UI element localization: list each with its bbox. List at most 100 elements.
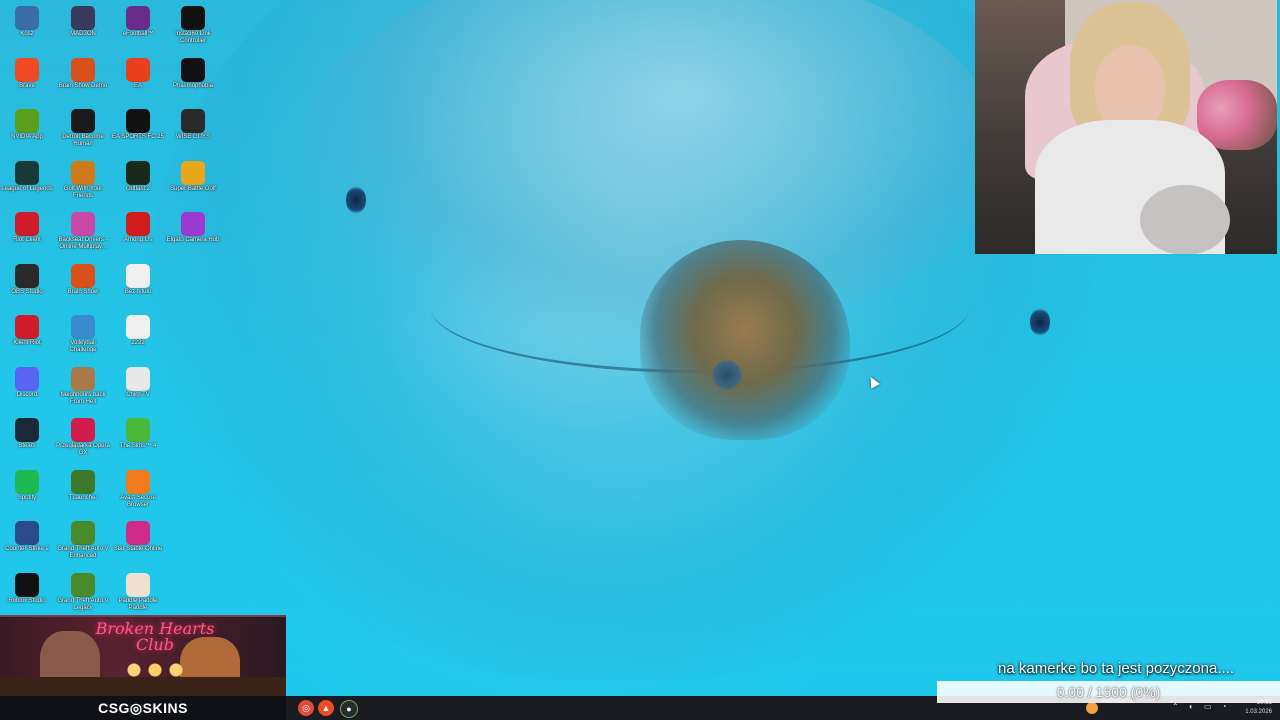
taskbar-app-1-icon[interactable]: ◎ xyxy=(298,700,314,716)
desktop-icon-elgato[interactable]: Elgato Camera Hub xyxy=(166,210,220,262)
sponsor-banner[interactable]: CSG◎SKINS xyxy=(0,696,286,720)
desktop-icon-label: Kosz xyxy=(20,31,34,37)
stream-message: na kamerke bo ta jest pozyczona.... xyxy=(998,660,1234,677)
desktop-icon-nvidia[interactable]: NVIDIA App xyxy=(0,107,54,159)
ad-banner[interactable]: Broken Hearts Club xyxy=(0,615,286,698)
desktop-icon-game[interactable]: MAD3ON xyxy=(56,4,110,56)
desktop-icon-neighbours[interactable]: Neighbours back From Hell xyxy=(56,365,110,417)
desktop-icon-fc[interactable]: EA SPORTS FC 25 xyxy=(111,107,165,159)
desktop-icon-label: Klient Riot xyxy=(13,340,41,346)
desktop-icon-label: Brain Show Demo xyxy=(58,83,108,89)
desktop-icon-star-stable[interactable]: Star Stable Online xyxy=(111,519,165,571)
desktop-icon-spotify[interactable]: Spotify xyxy=(0,468,54,520)
desktop-icon-brain-show[interactable]: Brain Show xyxy=(56,262,110,314)
desktop-icon-lol[interactable]: League of Legends xyxy=(0,159,54,211)
desktop-icon-riot[interactable]: Klient Riot xyxy=(0,313,54,365)
desktop-icon-battle-golf[interactable]: Super Battle Golf xyxy=(166,159,220,211)
desktop-icon-document[interactable]: Bez tytułu xyxy=(111,262,165,314)
paddle-icon xyxy=(126,573,150,597)
desktop-icon-label: Chirp TV xyxy=(126,392,150,398)
desktop-icon-label: Star Stable Online xyxy=(113,546,163,552)
steam-icon xyxy=(15,418,39,442)
riot-icon xyxy=(15,212,39,236)
minecraft-icon xyxy=(71,470,95,494)
desktop-icon-wg[interactable]: WISE GUYS xyxy=(166,107,220,159)
desktop-icon-obs[interactable]: OBS Studio xyxy=(0,262,54,314)
camera-icon xyxy=(181,6,205,30)
desktop-icon-ghost[interactable]: Phasmophobia xyxy=(166,56,220,108)
desktop-icon-label: The Sims™ 4 xyxy=(119,443,157,449)
desktop-icon-document[interactable]: 2222 xyxy=(111,313,165,365)
neighbours-icon xyxy=(71,367,95,391)
desktop-icon-label: Golf With Your Friends xyxy=(63,186,103,199)
star-stable-icon xyxy=(126,521,150,545)
desktop-icon-chirp[interactable]: Chirp TV xyxy=(111,365,165,417)
desktop-icon-ea[interactable]: EA xyxy=(111,56,165,108)
desktop-icon-brain-show[interactable]: Brain Show Demo xyxy=(56,56,110,108)
desktop-icon-label: Roblox Studio xyxy=(8,598,46,604)
desktop-icon-label: League of Legends xyxy=(1,186,53,192)
webcam-flowers xyxy=(1197,80,1277,150)
tray-icons[interactable]: ⌃ ◐ ▭ ◔ xyxy=(1172,702,1231,711)
desktop-icon-sims[interactable]: The Sims™ 4 xyxy=(111,416,165,468)
taskbar-camera-icon[interactable]: ● xyxy=(340,700,358,718)
ea-icon xyxy=(126,58,150,82)
document-icon xyxy=(126,264,150,288)
desktop-icon-outlast[interactable]: Outlast 2 xyxy=(111,159,165,211)
recycle-bin-icon xyxy=(15,6,39,30)
desktop-icon-golf[interactable]: Golf With Your Friends xyxy=(56,159,110,211)
desktop-icon-minecraft[interactable]: TLauncher xyxy=(56,468,110,520)
desktop-icon-label: Volleyball Challenge xyxy=(69,340,97,353)
brave-icon xyxy=(15,58,39,82)
outlast-icon xyxy=(126,161,150,185)
desktop-icon-football[interactable]: eFootball™ xyxy=(111,4,165,56)
ghost-icon xyxy=(181,58,205,82)
battle-golf-icon xyxy=(181,161,205,185)
clock-date: 1.03.2026 xyxy=(1245,709,1272,715)
desktop-icon-label: Grand Theft Auto V Legacy xyxy=(57,598,109,611)
fc-icon xyxy=(126,109,150,133)
desktop-icon-label: Brain Show xyxy=(67,289,99,295)
desktop-icon-detroit[interactable]: Detroit Become Human xyxy=(56,107,110,159)
desktop-icon-riot[interactable]: Riot Client xyxy=(0,210,54,262)
desktop-icon-avast[interactable]: Avast Secure Browser xyxy=(111,468,165,520)
among-us-icon xyxy=(126,212,150,236)
ad-glasses xyxy=(120,657,190,683)
avast-icon xyxy=(126,470,150,494)
desktop-icon-label: Insta360 Link Controller xyxy=(175,31,211,44)
desktop-icon-label: Brave xyxy=(19,83,35,89)
desktop-icon-cs2[interactable]: Counter-Strike 2 xyxy=(0,519,54,571)
desktop-icon-label: EA SPORTS FC 25 xyxy=(112,134,164,140)
desktop-icon-volleyball[interactable]: Volleyball Challenge xyxy=(56,313,110,365)
taskbar-brave-icon[interactable]: ▲ xyxy=(318,700,334,716)
game-icon xyxy=(71,6,95,30)
desktop-icon-label: MAD3ON xyxy=(70,31,96,37)
desktop-icon-label: Super Battle Golf xyxy=(170,186,216,192)
desktop-icon-label: Outlast 2 xyxy=(125,186,150,192)
document-icon xyxy=(126,315,150,339)
backseat-icon xyxy=(71,212,95,236)
spotify-icon xyxy=(15,470,39,494)
desktop-icon-label: Steam xyxy=(18,443,36,449)
desktop-icon-opera[interactable]: Przeglądarka Opera GX xyxy=(56,416,110,468)
nvidia-icon xyxy=(15,109,39,133)
desktop-icon-backseat[interactable]: Backseat Drivers - Online Multiplay... xyxy=(56,210,110,262)
desktop-icon-brave[interactable]: Brave xyxy=(0,56,54,108)
desktop-icon-gta[interactable]: Grand Theft Auto V Enhanced xyxy=(56,519,110,571)
donation-goal-bar: 0.00 / 1500 (0%) xyxy=(937,681,1280,703)
opera-icon xyxy=(71,418,95,442)
desktop-icon-discord[interactable]: Discord xyxy=(0,365,54,417)
weather-icon[interactable] xyxy=(1086,702,1098,714)
desktop-icon-among-us[interactable]: Among Us xyxy=(111,210,165,262)
dolphin-nose xyxy=(640,240,850,440)
desktop-icon-label: Paddle Paddle Paddle xyxy=(118,598,158,611)
dolphin-right-eye xyxy=(1030,308,1050,336)
desktop-icon-label: Spotify xyxy=(17,495,37,501)
desktop-icon-camera[interactable]: Insta360 Link Controller xyxy=(166,4,220,56)
desktop-icon-steam[interactable]: Steam xyxy=(0,416,54,468)
lol-icon xyxy=(15,161,39,185)
desktop-icon-recycle-bin[interactable]: Kosz xyxy=(0,4,54,56)
desktop-icon-label: Przeglądarka Opera GX xyxy=(56,443,110,456)
desktop-icon-label: Elgato Camera Hub xyxy=(166,237,220,243)
desktop-icon-label: OBS Studio xyxy=(11,289,43,295)
